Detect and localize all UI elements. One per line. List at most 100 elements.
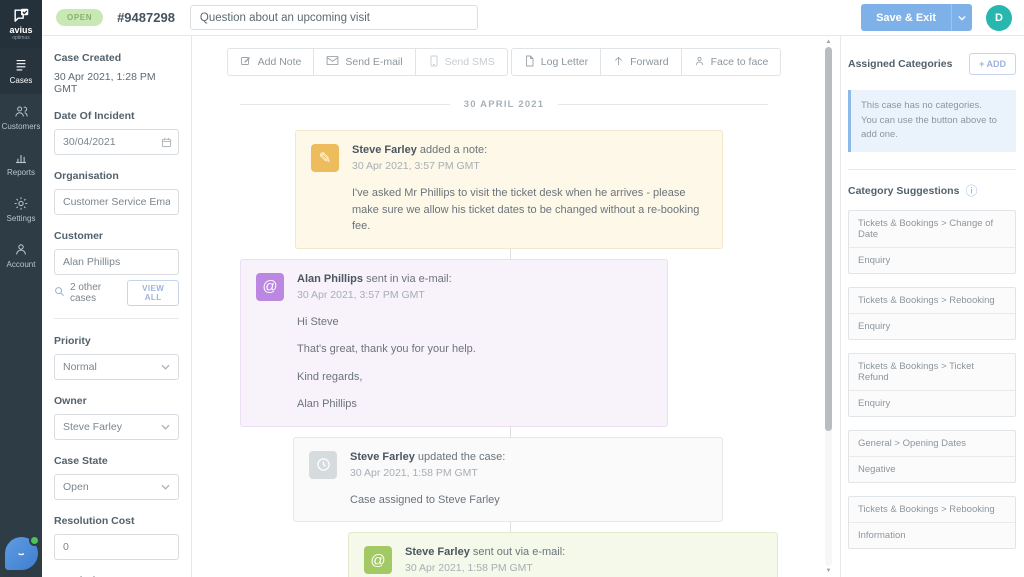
chevron-down-icon xyxy=(161,361,170,373)
gear-icon xyxy=(13,196,29,211)
timeline-card-email-out: @ Steve Farley sent out via e-mail: 30 A… xyxy=(348,532,778,577)
sidebar-item-label: Cases xyxy=(10,76,33,85)
timeline-date-separator: 30 APRIL 2021 xyxy=(240,99,768,110)
bar-chart-icon xyxy=(13,150,29,165)
suggestion-sentiment: Enquiry xyxy=(849,314,1015,339)
send-sms-button[interactable]: Send SMS xyxy=(415,48,508,76)
app-logo[interactable]: avius optimus xyxy=(0,0,42,48)
priority-select[interactable]: Normal xyxy=(54,354,179,380)
event-timestamp: 30 Apr 2021, 1:58 PM GMT xyxy=(350,467,505,479)
suggestion-sentiment: Information xyxy=(849,523,1015,548)
suggestion-category: Tickets & Bookings > Change of Date xyxy=(849,211,1015,248)
sidebar-item-customers[interactable]: Customers xyxy=(0,94,42,140)
customer-input[interactable] xyxy=(54,249,179,275)
event-timestamp: 30 Apr 2021, 1:58 PM GMT xyxy=(405,562,665,574)
email-at-icon: @ xyxy=(256,273,284,301)
clock-icon xyxy=(309,451,337,479)
person-icon xyxy=(13,242,29,257)
forward-button[interactable]: Forward xyxy=(600,48,682,76)
case-state-select[interactable]: Open xyxy=(54,474,179,500)
scroll-down-arrow[interactable]: ▼ xyxy=(824,567,833,575)
panel-divider xyxy=(54,318,179,319)
timeline-connector xyxy=(510,427,511,437)
brand-subname: optimus xyxy=(12,35,30,41)
document-icon xyxy=(524,55,535,70)
category-suggestion[interactable]: Tickets & Bookings > Change of Date Enqu… xyxy=(848,210,1016,274)
search-icon xyxy=(54,284,65,302)
save-exit-button[interactable]: Save & Exit xyxy=(861,4,951,31)
chat-launcher-button[interactable] xyxy=(5,537,38,570)
priority-label: Priority xyxy=(54,335,179,347)
face-to-face-button[interactable]: Face to face xyxy=(681,48,782,76)
category-suggestion[interactable]: Tickets & Bookings > Rebooking Enquiry xyxy=(848,287,1016,340)
person-outline-icon xyxy=(694,55,705,70)
sidebar-item-settings[interactable]: Settings xyxy=(0,186,42,232)
event-author: Alan Phillips xyxy=(297,273,363,285)
sidebar-item-cases[interactable]: Cases xyxy=(0,48,42,94)
chat-bubble-icon xyxy=(13,543,31,564)
sidebar-item-label: Account xyxy=(7,260,36,269)
scrollbar-thumb[interactable] xyxy=(825,47,832,431)
category-suggestion[interactable]: General > Opening Dates Negative xyxy=(848,430,1016,483)
phone-icon xyxy=(428,55,439,70)
sidebar-item-reports[interactable]: Reports xyxy=(0,140,42,186)
suggestion-sentiment: Enquiry xyxy=(849,391,1015,416)
other-cases-count: 2 other cases xyxy=(70,282,122,304)
chevron-down-icon xyxy=(161,481,170,493)
suggestion-sentiment: Enquiry xyxy=(849,248,1015,273)
event-action: added a note: xyxy=(420,144,487,156)
case-status-badge: OPEN xyxy=(56,9,103,26)
brand-name: avius xyxy=(9,26,32,35)
suggestion-category: Tickets & Bookings > Ticket Refund xyxy=(849,354,1015,391)
event-author: Steve Farley xyxy=(350,451,415,463)
user-avatar[interactable]: D xyxy=(986,5,1012,31)
suggestion-category: General > Opening Dates xyxy=(849,431,1015,457)
view-all-button[interactable]: VIEW ALL xyxy=(127,280,179,306)
calendar-icon[interactable] xyxy=(161,135,172,153)
sidebar-item-account[interactable]: Account xyxy=(0,232,42,278)
email-at-icon: @ xyxy=(364,546,392,574)
event-body-text: Kind regards, xyxy=(297,369,476,386)
event-author: Steve Farley xyxy=(405,546,470,558)
sidebar-item-label: Reports xyxy=(7,168,35,177)
assigned-categories-title: Assigned Categories xyxy=(848,58,952,70)
scrollbar-track[interactable] xyxy=(825,47,832,566)
arrow-up-icon xyxy=(613,55,624,70)
event-body-text: Hi Steve xyxy=(297,314,476,331)
send-email-button[interactable]: Send E-mail xyxy=(313,48,415,76)
online-status-dot xyxy=(29,535,40,546)
case-title-input[interactable] xyxy=(190,5,478,30)
scroll-up-arrow[interactable]: ▲ xyxy=(824,38,833,46)
save-options-caret[interactable] xyxy=(951,4,972,31)
panel-divider xyxy=(848,169,1016,170)
suggestion-category: Tickets & Bookings > Rebooking xyxy=(849,288,1015,314)
nav-sidebar: avius optimus Cases Customers xyxy=(0,0,42,577)
event-body-text: Case assigned to Steve Farley xyxy=(350,492,505,509)
add-note-button[interactable]: Add Note xyxy=(227,48,315,76)
timeline-scrollbar[interactable]: ▲ ▼ xyxy=(824,38,833,575)
suggestion-category: Tickets & Bookings > Rebooking xyxy=(849,497,1015,523)
event-body-text: That's great, thank you for your help. xyxy=(297,341,476,358)
info-icon[interactable]: ⓘ xyxy=(965,185,977,197)
log-letter-button[interactable]: Log Letter xyxy=(511,48,601,76)
timeline-connector xyxy=(510,522,511,532)
resolution-cost-input[interactable] xyxy=(54,534,179,560)
timeline-connector xyxy=(510,249,511,259)
case-created-value: 30 Apr 2021, 1:28 PM GMT xyxy=(54,71,179,95)
event-action: sent out via e-mail: xyxy=(473,546,565,558)
case-created-label: Case Created xyxy=(54,52,179,64)
organisation-input[interactable] xyxy=(54,189,179,215)
case-state-label: Case State xyxy=(54,455,179,467)
category-suggestion[interactable]: Tickets & Bookings > Ticket Refund Enqui… xyxy=(848,353,1016,417)
organisation-label: Organisation xyxy=(54,170,179,182)
event-timestamp: 30 Apr 2021, 3:57 PM GMT xyxy=(352,160,707,172)
sidebar-item-label: Customers xyxy=(2,122,41,131)
no-categories-notice: This case has no categories. You can use… xyxy=(848,90,1016,152)
owner-select[interactable]: Steve Farley xyxy=(54,414,179,440)
add-category-button[interactable]: + ADD xyxy=(969,53,1016,75)
timeline-card-update: Steve Farley updated the case: 30 Apr 20… xyxy=(293,437,723,523)
timeline-area: Add Note Send E-mail Send SMS xyxy=(192,36,840,577)
category-suggestion[interactable]: Tickets & Bookings > Rebooking Informati… xyxy=(848,496,1016,549)
event-body-text: Alan Phillips xyxy=(297,396,476,413)
note-icon: ✎ xyxy=(311,144,339,172)
